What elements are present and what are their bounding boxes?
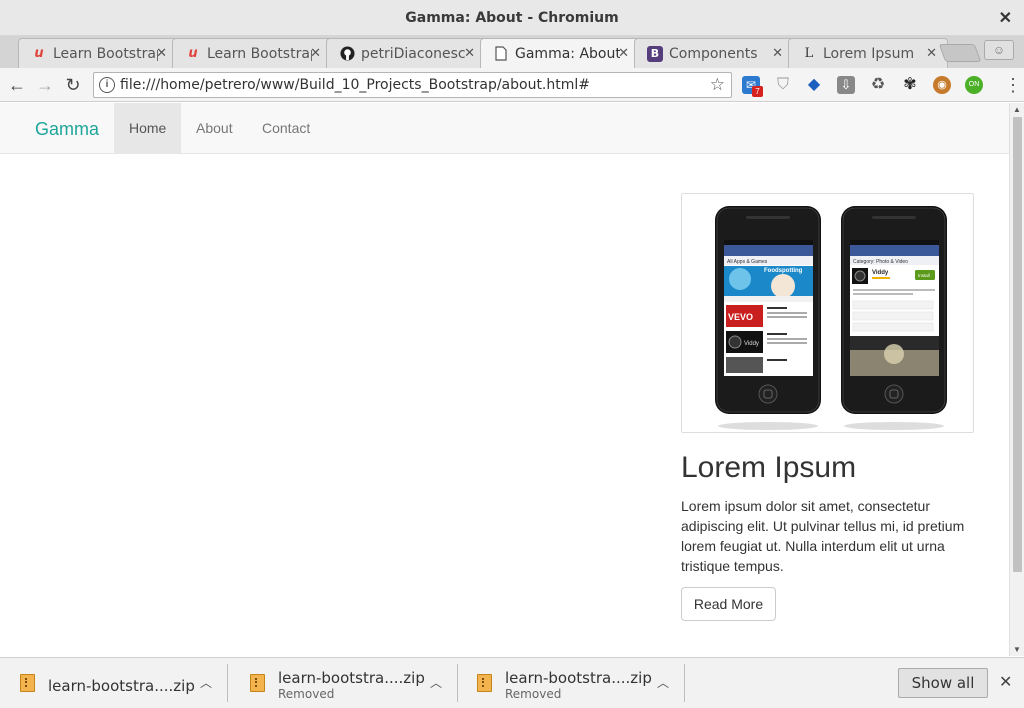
chevron-up-icon[interactable]: ︿ [657, 674, 669, 691]
toggle-extension-icon[interactable]: ON [965, 76, 983, 94]
bootstrap-icon: B [647, 45, 663, 62]
phones-illustration: All Apps & Games Foodspotting VEVO Viddy [715, 206, 947, 430]
download-item[interactable]: learn-bootstra....zip Removed ︿ [230, 658, 458, 708]
download-separator [684, 664, 685, 702]
site-brand[interactable]: Gamma [35, 119, 99, 140]
phone-left-banner: Foodspotting [764, 268, 803, 274]
tab-strip: u Learn Bootstrap ✕ u Learn Bootstrap ✕ … [0, 36, 1024, 68]
phone-right-action: Install [918, 273, 930, 278]
nav-contact[interactable]: Contact [247, 103, 325, 153]
product-image-thumbnail: All Apps & Games Foodspotting VEVO Viddy [681, 193, 974, 433]
page-icon [493, 46, 509, 62]
tab-lorem-ipsum[interactable]: L Lorem Ipsum ✕ [788, 38, 948, 68]
download-shelf: learn-bootstra....zip ︿ learn-bootstra..… [0, 657, 1024, 708]
tab-close-icon[interactable]: ✕ [618, 46, 629, 61]
new-tab-button[interactable] [938, 44, 982, 62]
cookie-extension-icon[interactable]: ◉ [933, 76, 951, 94]
udemy-icon: u [188, 46, 198, 61]
tab-close-icon[interactable]: ✕ [464, 46, 475, 61]
phone-right-header: Category: Photo & Video [853, 259, 908, 265]
tab-learn-bootstrap-1[interactable]: u Learn Bootstrap ✕ [18, 38, 178, 68]
paw-extension-icon[interactable]: ✾ [901, 76, 919, 94]
download-item[interactable]: learn-bootstra....zip ︿ [0, 658, 228, 708]
scrollbar-thumb[interactable] [1013, 117, 1022, 572]
download-status: Removed [278, 687, 335, 701]
tab-close-icon[interactable]: ✕ [310, 46, 321, 61]
download-separator [227, 664, 228, 702]
download-status: Removed [505, 687, 562, 701]
zip-file-icon [20, 674, 35, 692]
tab-label: Learn Bootstrap [207, 45, 312, 62]
chevron-up-icon[interactable]: ︿ [200, 674, 212, 691]
tab-close-icon[interactable]: ✕ [156, 46, 167, 61]
content-heading: Lorem Ipsum [681, 451, 857, 484]
show-all-button[interactable]: Show all [898, 668, 988, 698]
info-icon[interactable]: i [99, 77, 115, 93]
scroll-up-arrow-icon[interactable]: ▲ [1013, 105, 1021, 114]
lorem-icon: L [804, 46, 814, 61]
phone-right-app: Viddy [872, 270, 889, 276]
download-filename[interactable]: learn-bootstra....zip [278, 669, 425, 687]
browser-toolbar: ← → ↻ i file:///home/petrero/www/Build_1… [0, 68, 1024, 102]
window-close-icon[interactable]: ✕ [999, 8, 1012, 28]
nav-about[interactable]: About [181, 103, 248, 153]
back-arrow-icon[interactable]: ← [6, 74, 28, 96]
shield-extension-icon[interactable]: ⛉ [774, 76, 792, 94]
scroll-down-arrow-icon[interactable]: ▼ [1013, 645, 1021, 654]
phone-left-item-2: Viddy [744, 341, 759, 347]
profile-icon[interactable]: ☺ [984, 40, 1014, 60]
nav-home[interactable]: Home [114, 103, 182, 153]
tab-label: Lorem Ipsum [823, 45, 915, 62]
tab-close-icon[interactable]: ✕ [926, 46, 937, 61]
tab-label: Gamma: About [515, 45, 620, 62]
download-filename[interactable]: learn-bootstra....zip [48, 677, 195, 695]
page-viewport: Gamma Home About Contact All Apps & Game… [0, 103, 1009, 656]
window-title: Gamma: About - Chromium [405, 10, 619, 26]
tab-github[interactable]: petriDiaconescu ✕ [326, 38, 486, 68]
url-text[interactable]: file:///home/petrero/www/Build_10_Projec… [120, 77, 590, 93]
forward-arrow-icon[interactable]: → [34, 74, 56, 96]
page-scrollbar[interactable]: ▲ ▼ [1009, 103, 1024, 656]
content-paragraph: Lorem ipsum dolor sit amet, consectetur … [681, 498, 965, 574]
tab-components[interactable]: B Components ✕ [634, 38, 794, 68]
tab-label: petriDiaconescu [361, 45, 466, 62]
phone-left-item-1: VEVO [728, 312, 753, 322]
reload-icon[interactable]: ↻ [62, 74, 84, 96]
download-extension-icon[interactable]: ⇩ [837, 76, 855, 94]
phone-left-header: All Apps & Games [727, 259, 768, 265]
tab-label: Learn Bootstrap [53, 45, 158, 62]
window-titlebar: Gamma: About - Chromium ✕ [0, 0, 1024, 36]
udemy-icon: u [34, 46, 44, 61]
tab-close-icon[interactable]: ✕ [772, 46, 783, 61]
download-item[interactable]: learn-bootstra....zip Removed ︿ [457, 658, 685, 708]
close-shelf-icon[interactable]: ✕ [999, 672, 1012, 692]
menu-dots-icon[interactable]: ⋮ [1004, 74, 1022, 96]
github-icon [339, 46, 355, 62]
zip-file-icon [477, 674, 492, 692]
drop-extension-icon[interactable]: ◆ [805, 76, 823, 94]
chevron-up-icon[interactable]: ︿ [430, 674, 442, 691]
recycle-extension-icon[interactable]: ♻ [869, 76, 887, 94]
zip-file-icon [250, 674, 265, 692]
site-navbar: Gamma Home About Contact [0, 103, 1009, 154]
download-filename[interactable]: learn-bootstra....zip [505, 669, 652, 687]
tab-gamma-about[interactable]: Gamma: About ✕ [480, 38, 640, 68]
address-bar[interactable]: i file:///home/petrero/www/Build_10_Proj… [93, 72, 732, 98]
bookmark-star-icon[interactable]: ☆ [710, 75, 725, 95]
tab-label: Components [669, 45, 758, 62]
tab-learn-bootstrap-2[interactable]: u Learn Bootstrap ✕ [172, 38, 332, 68]
extension-badge: 7 [752, 86, 763, 97]
read-more-button[interactable]: Read More [681, 587, 776, 621]
